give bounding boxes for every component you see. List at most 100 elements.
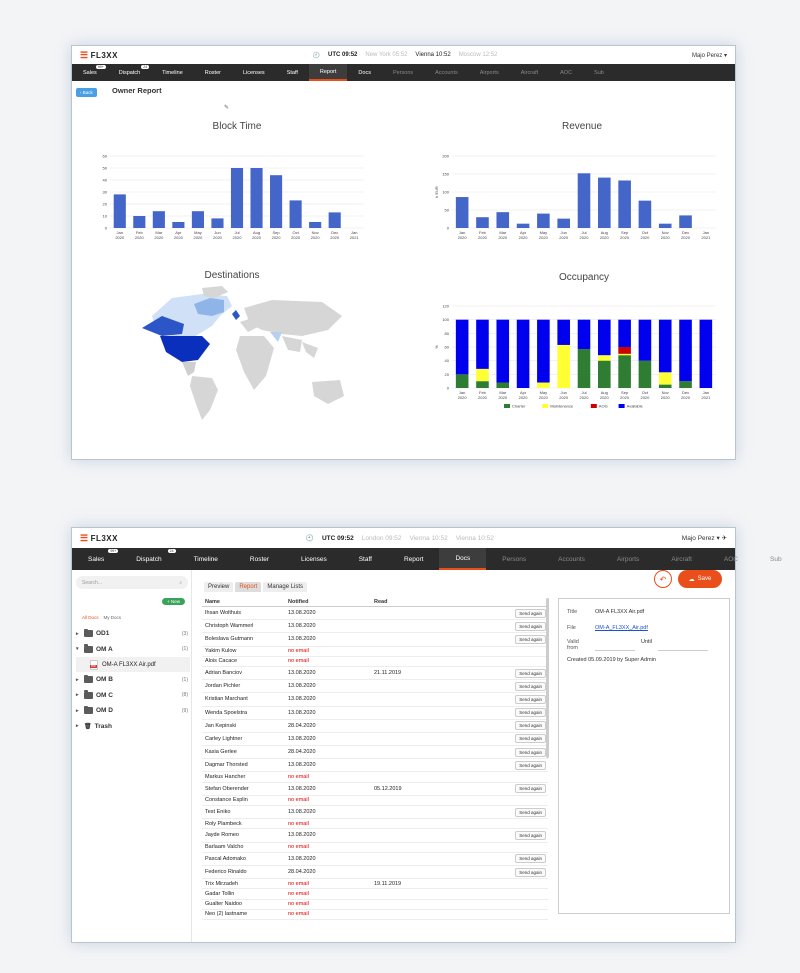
nav-badge: 99+ <box>108 549 119 553</box>
nav-aoc[interactable]: AOC <box>549 64 583 81</box>
folder-om-d[interactable]: ▸ OM D (9) <box>76 703 190 719</box>
nav-docs[interactable]: Docs <box>347 64 382 81</box>
send-again-button[interactable]: Send again <box>515 708 546 718</box>
x-tick-label: 2020 <box>559 395 569 400</box>
bar-available <box>577 319 591 350</box>
send-again-button[interactable]: Send again <box>515 721 546 731</box>
bar-charter <box>679 381 692 388</box>
nav-staff[interactable]: Staff <box>343 548 388 570</box>
send-again-button[interactable]: Send again <box>515 784 546 794</box>
undo-button[interactable]: ↶ <box>654 570 672 588</box>
send-again-button[interactable]: Send again <box>515 747 546 757</box>
cell-name: Markus Hancher <box>205 774 246 781</box>
bar-available <box>557 319 570 345</box>
table-row: Stefan Oberender 13.08.2020 05.12.2019 Send… <box>202 783 548 796</box>
nav-label: Report <box>403 555 424 563</box>
nav-docs[interactable]: Docs <box>439 548 487 570</box>
nav-sub[interactable]: Sub <box>754 548 798 570</box>
nav-staff[interactable]: Staff <box>276 64 309 81</box>
cell-notified: 13.08.2020 <box>288 809 316 816</box>
tab-report[interactable]: Report <box>235 582 262 592</box>
cell-notified: no email <box>288 844 309 851</box>
bar-charter <box>496 382 510 388</box>
nav-accounts[interactable]: Accounts <box>424 64 469 81</box>
nav-aircraft[interactable]: Aircraft <box>510 64 549 81</box>
cell-notified: 13.08.2020 <box>288 762 316 769</box>
nav-report[interactable]: Report <box>308 64 348 81</box>
user-menu[interactable]: Majo Perez ▾ ✈ <box>682 534 727 542</box>
send-again-button[interactable]: Send again <box>515 830 546 840</box>
file-link[interactable]: OM-A_FL3XX_Air.pdf <box>595 625 648 631</box>
bar <box>309 222 322 228</box>
world-map <box>142 286 344 420</box>
search-input[interactable]: Search... ⌕ <box>76 576 188 589</box>
nav-dispatch[interactable]: Dispatch 24 <box>120 548 177 570</box>
y-tick-label: 40 <box>445 358 450 363</box>
bar-charter <box>476 381 489 388</box>
user-menu[interactable]: Majo Perez ▾ <box>692 52 727 59</box>
bar <box>638 200 652 228</box>
send-again-button[interactable]: Send again <box>515 608 546 618</box>
send-again-button[interactable]: Send again <box>515 668 546 678</box>
table-row: Barlaam Valcho no email <box>202 843 548 853</box>
send-again-button[interactable]: Send again <box>515 681 546 691</box>
bar-maintenance <box>557 344 570 388</box>
nav-roster[interactable]: Roster <box>234 548 285 570</box>
cell-notified: 13.08.2020 <box>288 832 316 839</box>
nav-persons[interactable]: Persons <box>382 64 424 81</box>
nav-airports[interactable]: Airports <box>601 548 655 570</box>
nav-report[interactable]: Report <box>388 548 440 570</box>
edit-icon[interactable]: ✎ <box>224 104 229 111</box>
nav-licenses[interactable]: Licenses <box>285 548 343 570</box>
nav-label: Persons <box>392 69 414 76</box>
nav-sales[interactable]: Sales 99+ <box>72 548 120 570</box>
send-again-button[interactable]: Send again <box>515 867 546 877</box>
send-again-button[interactable]: Send again <box>515 807 546 817</box>
new-button[interactable]: + New <box>162 598 185 605</box>
nav-timeline[interactable]: Timeline <box>178 548 234 570</box>
nav-aoc[interactable]: AOC <box>708 548 754 570</box>
nav-roster[interactable]: Roster <box>194 64 232 81</box>
file-label: File <box>567 625 576 631</box>
table-scrollbar[interactable] <box>546 598 549 758</box>
send-again-button[interactable]: Send again <box>515 760 546 770</box>
back-button[interactable]: ‹ Back <box>76 88 97 97</box>
nav-persons[interactable]: Persons <box>486 548 542 570</box>
tab-manage-lists[interactable]: Manage Lists <box>263 582 308 592</box>
nav-dispatch[interactable]: Dispatch 24 <box>108 64 151 81</box>
send-again-button[interactable]: Send again <box>515 634 546 644</box>
cell-notified: no email <box>288 901 309 908</box>
bar <box>211 218 224 228</box>
legend-swatch <box>590 404 597 408</box>
file-item[interactable]: OM-A FL3XX Air.pdf <box>76 657 190 672</box>
folder-om-c[interactable]: ▸ OM C (8) <box>76 688 190 704</box>
legend-swatch <box>504 404 510 408</box>
send-again-button[interactable]: Send again <box>515 734 546 744</box>
until-input[interactable] <box>658 639 709 651</box>
nav-accounts[interactable]: Accounts <box>542 548 601 570</box>
save-button[interactable]: ☁ Save <box>678 570 722 588</box>
send-again-button[interactable]: Send again <box>515 694 546 704</box>
nav-licenses[interactable]: Licenses <box>232 64 276 81</box>
utc-clock: UTC 09:52 <box>328 52 358 58</box>
nav-airports[interactable]: Airports <box>469 64 510 81</box>
folder-od1[interactable]: ▸ OD1 (3) <box>76 626 190 642</box>
nav-sub[interactable]: Sub <box>583 64 615 81</box>
tab-all-docs[interactable]: All Docs <box>82 615 99 620</box>
folder-trash[interactable]: ▸ 🗑 Trash <box>76 719 190 735</box>
nav-aircraft[interactable]: Aircraft <box>655 548 708 570</box>
valid-from-input[interactable] <box>595 639 635 651</box>
legend-swatch <box>618 404 625 408</box>
folder-label: OD1 <box>96 630 110 638</box>
folder-om-a[interactable]: ▾ OM A (1) <box>76 642 190 658</box>
nav-label: Persons <box>502 555 527 563</box>
x-tick-label: 2020 <box>272 235 282 240</box>
nav-sales[interactable]: Sales 99+ <box>72 64 108 81</box>
tab-my-docs[interactable]: My Docs <box>104 615 122 620</box>
nav-timeline[interactable]: Timeline <box>151 64 194 81</box>
table-row: Gadar Tollin no email <box>202 889 548 900</box>
send-again-button[interactable]: Send again <box>515 854 546 864</box>
send-again-button[interactable]: Send again <box>515 621 546 631</box>
tab-preview[interactable]: Preview <box>204 582 234 592</box>
folder-om-b[interactable]: ▸ OM B (1) <box>76 672 190 688</box>
